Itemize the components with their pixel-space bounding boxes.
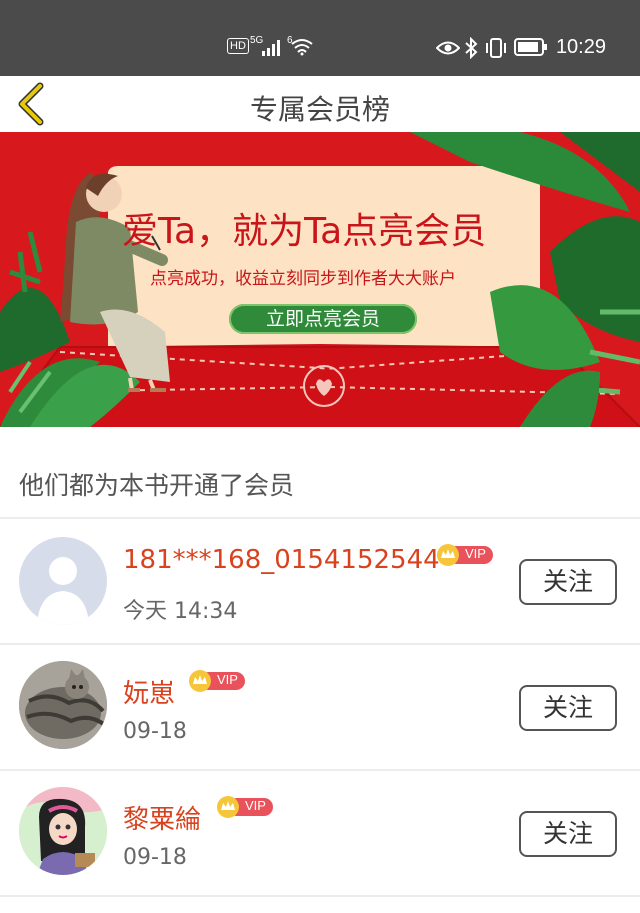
light-up-button[interactable]: 立即点亮会员 <box>229 304 417 334</box>
cat-avatar-image <box>19 661 107 749</box>
vip-label: VIP <box>217 672 238 687</box>
avatar[interactable] <box>19 537 107 625</box>
member-date: 09-18 <box>123 719 187 744</box>
vip-label: VIP <box>465 546 486 561</box>
member-name[interactable]: 黎粟綸 <box>123 799 201 836</box>
member-row: 妧崽 VIP 09-18 关注 <box>0 645 640 769</box>
hd-badge: HD <box>227 38 249 54</box>
follow-button[interactable]: 关注 <box>519 559 617 605</box>
eye-icon <box>436 41 460 55</box>
signal-icon <box>262 40 280 56</box>
default-avatar-icon <box>37 557 89 625</box>
member-date: 今天 14:34 <box>123 599 238 624</box>
member-row: 181***168_0154152544 VIP 今天 14:34 关注 <box>0 519 640 643</box>
cartoon-girl-avatar-image <box>19 787 107 875</box>
battery-icon <box>514 38 547 56</box>
member-name[interactable]: 181***168_0154152544 <box>123 545 440 575</box>
vip-label: VIP <box>245 798 266 813</box>
promo-banner[interactable]: 爱Ta，就为Ta点亮会员 点亮成功，收益立刻同步到作者大大账户 立即点亮会员 <box>0 132 640 427</box>
page-title: 专属会员榜 <box>249 93 390 126</box>
divider <box>0 895 640 897</box>
section-heading: 他们都为本书开通了会员 <box>19 471 295 500</box>
follow-button[interactable]: 关注 <box>519 685 617 731</box>
follow-button[interactable]: 关注 <box>519 811 617 857</box>
vibrate-icon <box>486 38 506 58</box>
avatar[interactable] <box>19 787 107 875</box>
member-row: 黎粟綸 VIP 09-18 关注 <box>0 771 640 895</box>
member-date: 09-18 <box>123 845 187 870</box>
status-bar: HD 5G 6 10:29 <box>0 0 640 76</box>
clock: 10:29 <box>555 36 606 58</box>
avatar[interactable] <box>19 661 107 749</box>
member-name[interactable]: 妧崽 <box>123 673 175 710</box>
title-bar: 专属会员榜 <box>0 76 640 132</box>
wifi-icon <box>291 39 313 56</box>
banner-headline: 爱Ta，就为Ta点亮会员 <box>122 211 487 252</box>
banner-subline: 点亮成功，收益立刻同步到作者大大账户 <box>150 269 456 289</box>
bluetooth-icon <box>465 37 478 59</box>
